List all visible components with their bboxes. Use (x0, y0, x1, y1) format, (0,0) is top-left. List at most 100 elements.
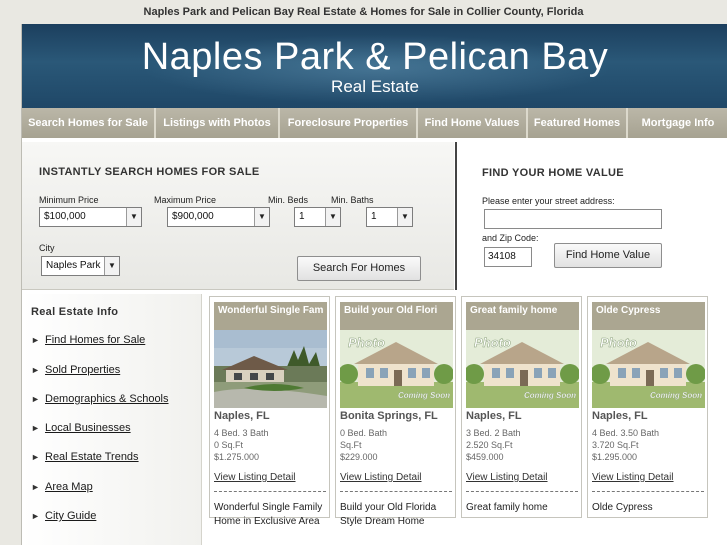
home-value-title: FIND YOUR HOME VALUE (482, 167, 624, 179)
search-homes-button[interactable]: Search For Homes (297, 256, 421, 281)
min-beds-label: Min. Beds (268, 195, 309, 205)
chevron-down-icon: ▼ (126, 208, 141, 226)
divider (592, 491, 704, 492)
max-price-label: Maximum Price (154, 195, 217, 205)
nav-search-homes[interactable]: Search Homes for Sale (22, 108, 156, 138)
min-baths-label: Min. Baths (331, 195, 374, 205)
sidebar-link-sold[interactable]: Sold Properties (45, 364, 120, 376)
sidebar-link-businesses[interactable]: Local Businesses (45, 422, 131, 434)
arrow-bullet-icon: ► (31, 365, 40, 375)
listing-beds-baths: 3 Bed. 2 Bath (466, 428, 521, 438)
view-listing-detail-link[interactable]: View Listing Detail (214, 472, 296, 483)
page-top-title: Naples Park and Pelican Bay Real Estate … (143, 6, 584, 18)
listing-card[interactable]: Great family home Photo Coming Soon Napl… (461, 296, 582, 518)
view-listing-detail-link[interactable]: View Listing Detail (592, 472, 674, 483)
nav-listings-photos[interactable]: Listings with Photos (156, 108, 280, 138)
listing-card[interactable]: Wonderful Single Fam Naples, FL 4 Bed. 3… (209, 296, 330, 527)
listing-beds-baths: 4 Bed. 3 Bath (214, 428, 269, 438)
sidebar-item-map: ► Area Map (31, 481, 93, 493)
listing-description: Wonderful Single Family Home in Exclusiv… (214, 502, 323, 527)
divider (340, 491, 452, 492)
photo-placeholder-bottom: Coming Soon (524, 391, 576, 400)
city-value: Naples Park (46, 260, 101, 271)
zip-input[interactable]: 34108 (484, 247, 532, 267)
listing-photo[interactable] (214, 330, 327, 408)
listing-card[interactable]: Build your Old Flori Photo Coming Soon B… (335, 296, 456, 527)
min-price-label: Minimum Price (39, 195, 99, 205)
address-input[interactable] (484, 209, 662, 229)
listing-headline[interactable]: Great family home (466, 302, 579, 330)
nav-mortgage-info[interactable]: Mortgage Info (628, 108, 727, 138)
listing-photo[interactable]: Photo Coming Soon (340, 330, 453, 408)
listing-price: $1.295.000 (592, 452, 638, 462)
site-frame: Naples Park & Pelican Bay Real Estate Se… (21, 24, 727, 545)
real-estate-info-sidebar: Real Estate Info ► Find Homes for Sale ► S… (22, 294, 202, 545)
listing-sqft: 3.720 Sq.Ft (592, 440, 639, 450)
view-listing-detail-link[interactable]: View Listing Detail (340, 472, 422, 483)
listing-beds-baths: 4 Bed. 3.50 Bath (592, 428, 660, 438)
search-title: INSTANTLY SEARCH HOMES FOR SALE (39, 166, 260, 178)
city-label: City (39, 243, 55, 253)
sidebar-link-map[interactable]: Area Map (45, 481, 93, 493)
listing-city: Bonita Springs, FL (340, 410, 438, 422)
nav-foreclosure[interactable]: Foreclosure Properties (280, 108, 418, 138)
max-price-value: $900,000 (172, 211, 214, 222)
house-photo (214, 330, 327, 408)
listing-price: $229.000 (340, 452, 378, 462)
city-select[interactable]: Naples Park ▼ (41, 256, 120, 276)
min-baths-select[interactable]: 1 ▼ (366, 207, 413, 227)
chevron-down-icon: ▼ (325, 208, 340, 226)
find-home-value-button[interactable]: Find Home Value (554, 243, 662, 268)
photo-coming-soon: Photo Coming Soon (340, 330, 453, 408)
sidebar-link-trends[interactable]: Real Estate Trends (45, 451, 139, 463)
listing-city: Naples, FL (466, 410, 522, 422)
arrow-bullet-icon: ► (31, 394, 40, 404)
listing-card[interactable]: Olde Cypress Photo Coming Soon Naples, F… (587, 296, 708, 518)
listing-headline[interactable]: Build your Old Flori (340, 302, 453, 330)
photo-placeholder-top: Photo (474, 335, 511, 350)
arrow-bullet-icon: ► (31, 423, 40, 433)
arrow-bullet-icon: ► (31, 511, 40, 521)
listing-photo[interactable]: Photo Coming Soon (592, 330, 705, 408)
sidebar-title: Real Estate Info (31, 306, 119, 318)
listing-city: Naples, FL (214, 410, 270, 422)
listing-headline[interactable]: Wonderful Single Fam (214, 302, 327, 330)
sidebar-link-find-homes[interactable]: Find Homes for Sale (45, 334, 145, 346)
view-listing-detail-link[interactable]: View Listing Detail (466, 472, 548, 483)
divider (214, 491, 326, 492)
banner-title: Naples Park & Pelican Bay (141, 36, 609, 78)
sidebar-item-city-guide: ► City Guide (31, 510, 96, 522)
photo-coming-soon: Photo Coming Soon (466, 330, 579, 408)
listing-description: Build your Old Florida Style Dream Home (340, 502, 437, 527)
banner-subtitle: Real Estate (331, 77, 419, 96)
min-price-select[interactable]: $100,000 ▼ (39, 207, 142, 227)
listing-price: $1.275.000 (214, 452, 260, 462)
sidebar-item-demographics: ► Demographics & Schools (31, 393, 169, 405)
site-banner: Naples Park & Pelican Bay Real Estate (22, 24, 727, 108)
listing-photo[interactable]: Photo Coming Soon (466, 330, 579, 408)
nav-featured-homes[interactable]: Featured Homes (528, 108, 628, 138)
listing-headline[interactable]: Olde Cypress (592, 302, 705, 330)
listing-sqft: 0 Sq.Ft (214, 440, 244, 450)
home-value-panel: FIND YOUR HOME VALUE Please enter your s… (455, 142, 727, 290)
chevron-down-icon: ▼ (397, 208, 412, 226)
min-price-value: $100,000 (44, 211, 86, 222)
sidebar-link-city-guide[interactable]: City Guide (45, 510, 96, 522)
min-beds-select[interactable]: 1 ▼ (294, 207, 341, 227)
listing-beds-baths: 0 Bed. Bath (340, 428, 388, 438)
zip-label: and Zip Code: (482, 233, 539, 243)
divider (466, 491, 578, 492)
listing-description: Olde Cypress (592, 502, 653, 513)
min-beds-value: 1 (299, 211, 305, 222)
search-panel: INSTANTLY SEARCH HOMES FOR SALE Minimum … (22, 142, 454, 290)
arrow-bullet-icon: ► (31, 482, 40, 492)
nav-home-values[interactable]: Find Home Values (418, 108, 528, 138)
max-price-select[interactable]: $900,000 ▼ (167, 207, 270, 227)
listing-city: Naples, FL (592, 410, 648, 422)
sidebar-link-demographics[interactable]: Demographics & Schools (45, 393, 169, 405)
photo-placeholder-top: Photo (600, 335, 637, 350)
sidebar-item-businesses: ► Local Businesses (31, 422, 131, 434)
address-label: Please enter your street address: (482, 196, 615, 206)
photo-placeholder-top: Photo (348, 335, 385, 350)
photo-placeholder-bottom: Coming Soon (650, 391, 702, 400)
